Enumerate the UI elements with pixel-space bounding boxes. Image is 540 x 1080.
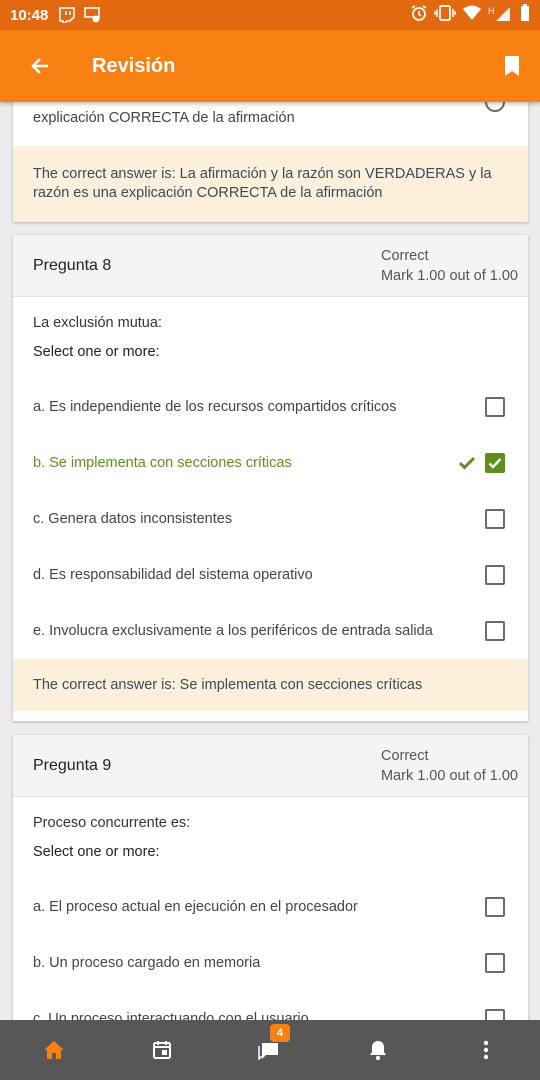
status-bar: 10:48 H [0, 0, 540, 30]
svg-text:H: H [488, 6, 495, 16]
question-instruction: Select one or more: [33, 844, 160, 860]
app-notification-icon [84, 7, 102, 23]
option-checkbox[interactable] [485, 565, 505, 585]
nav-calendar[interactable] [132, 1020, 192, 1080]
option-c[interactable]: c. Genera datos inconsistentes [13, 491, 528, 547]
page-title: Revisión [92, 54, 176, 77]
option-label: c. Genera datos inconsistentes [33, 511, 233, 527]
bell-icon [370, 1041, 386, 1061]
option-label: explicación CORRECTA de la afirmación [33, 110, 295, 126]
signal-icon: H [488, 4, 514, 27]
options-list: a. El proceso actual en ejecución en el … [13, 879, 528, 1020]
nav-messages[interactable]: 4 [240, 1020, 300, 1080]
option-checkbox[interactable] [485, 953, 505, 973]
question-card-9: Pregunta 9 Correct Mark 1.00 out of 1.00… [13, 735, 528, 1020]
question-header: Pregunta 8 Correct Mark 1.00 out of 1.00 [13, 235, 528, 297]
question-mark: Mark 1.00 out of 1.00 [380, 767, 518, 784]
question-title: Pregunta 9 [33, 756, 112, 774]
nav-more[interactable] [456, 1020, 516, 1080]
option-label: a. El proceso actual en ejecución en el … [33, 899, 358, 915]
option-checkbox[interactable] [485, 453, 505, 473]
option-b[interactable]: b. Un proceso cargado en memoria [13, 935, 528, 991]
twitch-notification-icon [58, 7, 76, 24]
option-checkbox[interactable] [485, 897, 505, 917]
home-icon [44, 1041, 64, 1059]
wifi-icon [462, 5, 482, 26]
question-mark: Mark 1.00 out of 1.00 [380, 267, 518, 284]
question-state: Correct [380, 747, 429, 764]
question-status: Correct Mark 1.00 out of 1.00 [381, 246, 518, 286]
question-state: Correct [380, 247, 429, 264]
battery-icon [520, 3, 530, 27]
question-text: Proceso concurrente es: [33, 815, 191, 831]
calendar-icon [153, 1041, 171, 1059]
option-radio[interactable] [485, 102, 505, 112]
question-card-8: Pregunta 8 Correct Mark 1.00 out of 1.00… [13, 235, 528, 721]
correct-answer-feedback: The correct answer is: Se implementa con… [13, 659, 528, 711]
app-bar: Revisión [0, 30, 540, 102]
option-checkbox[interactable] [485, 621, 505, 641]
checkmark-icon [488, 458, 502, 469]
feedback-text: The correct answer is: La afirmación y l… [33, 166, 492, 201]
vibrate-icon [434, 4, 456, 27]
bookmark-icon [505, 56, 519, 76]
option-e[interactable]: e. Involucra exclusivamente a los perifé… [13, 603, 528, 659]
bottom-navigation: 4 [0, 1020, 540, 1080]
option-b[interactable]: b. Se implementa con secciones críticas [13, 435, 528, 491]
status-time: 10:48 [10, 6, 49, 24]
more-vertical-icon [483, 1040, 489, 1060]
nav-notifications[interactable] [348, 1020, 408, 1080]
nav-home[interactable] [24, 1020, 84, 1080]
arrow-left-icon [31, 58, 48, 74]
option-c[interactable]: c. Un proceso interactuando con el usuar… [13, 991, 528, 1020]
question-text: La exclusión mutua: [33, 315, 162, 331]
option-label: d. Es responsabilidad del sistema operat… [33, 567, 313, 583]
option-label: c. Un proceso interactuando con el usuar… [33, 1011, 309, 1020]
option-checkbox[interactable] [485, 1009, 505, 1020]
option-a[interactable]: a. Es independiente de los recursos comp… [13, 379, 528, 435]
option-row[interactable]: explicación CORRECTA de la afirmación [13, 102, 528, 136]
correct-check-icon [458, 456, 476, 470]
question-title: Pregunta 8 [33, 256, 112, 274]
question-status: Correct Mark 1.00 out of 1.00 [381, 746, 518, 786]
back-button[interactable] [0, 30, 80, 102]
bookmark-button[interactable] [484, 30, 540, 102]
alarm-icon [410, 4, 428, 27]
messages-badge: 4 [270, 1024, 290, 1042]
option-label: e. Involucra exclusivamente a los perifé… [33, 623, 433, 639]
question-card-previous: explicación CORRECTA de la afirmación Th… [13, 102, 528, 222]
option-checkbox[interactable] [485, 397, 505, 417]
messages-icon [258, 1043, 278, 1060]
option-label: b. Un proceso cargado en memoria [33, 955, 261, 971]
option-d[interactable]: d. Es responsabilidad del sistema operat… [13, 547, 528, 603]
feedback-text: The correct answer is: Se implementa con… [33, 676, 423, 693]
correct-answer-feedback: The correct answer is: La afirmación y l… [13, 146, 528, 222]
option-label: b. Se implementa con secciones críticas [33, 455, 292, 471]
options-list: a. Es independiente de los recursos comp… [13, 379, 528, 659]
review-content[interactable]: explicación CORRECTA de la afirmación Th… [0, 102, 540, 1020]
question-header: Pregunta 9 Correct Mark 1.00 out of 1.00 [13, 735, 528, 797]
option-label: a. Es independiente de los recursos comp… [33, 399, 397, 415]
question-instruction: Select one or more: [33, 344, 160, 360]
option-a[interactable]: a. El proceso actual en ejecución en el … [13, 879, 528, 935]
option-checkbox[interactable] [485, 509, 505, 529]
